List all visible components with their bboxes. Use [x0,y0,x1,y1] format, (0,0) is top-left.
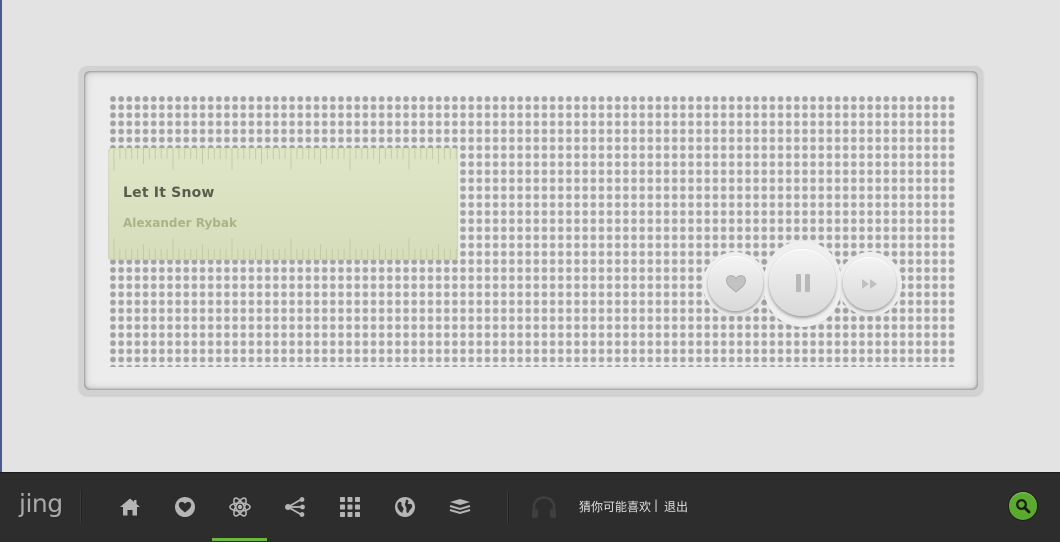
heart-icon [725,274,746,293]
logout-link[interactable]: 退出 [664,498,688,515]
nav-item-apps[interactable] [332,489,368,525]
heart-icon [175,497,195,517]
listening-indicator [526,489,562,525]
nav-item-share[interactable] [277,489,313,525]
home-icon [120,498,140,516]
link-separator: | [654,498,659,512]
nav-divider [507,491,509,523]
search-icon [1016,499,1031,514]
layers-icon [449,499,471,515]
guess-you-like-link[interactable]: 猜你可能喜欢 [579,498,651,515]
next-button[interactable] [843,257,896,310]
globe-icon [395,497,415,517]
search-button[interactable] [1009,492,1037,520]
bottom-navbar: jing 猜你可能喜欢 | 退出 [0,472,1060,542]
nav-item-discover[interactable] [222,489,258,525]
ruler-decoration-top [113,148,457,170]
nav-divider [80,491,82,523]
ruler-decoration-bottom [113,238,457,260]
atom-icon [229,497,251,517]
fast-forward-icon [861,278,877,289]
song-artist: Alexander Rybak [123,216,237,230]
nav-item-home[interactable] [112,489,148,525]
nav-item-favorites[interactable] [167,489,203,525]
jing-logo[interactable]: jing [19,489,63,518]
window-edge [0,0,2,541]
song-display: Let It Snow Alexander Rybak [108,148,458,260]
nav-item-layers[interactable] [442,489,478,525]
pause-icon [795,273,810,292]
pause-button[interactable] [769,249,836,316]
share-icon [285,497,305,517]
headphones-icon [532,496,556,518]
song-title: Let It Snow [123,185,215,201]
nav-item-world[interactable] [387,489,423,525]
grid-icon [340,497,360,517]
like-button[interactable] [708,256,763,311]
